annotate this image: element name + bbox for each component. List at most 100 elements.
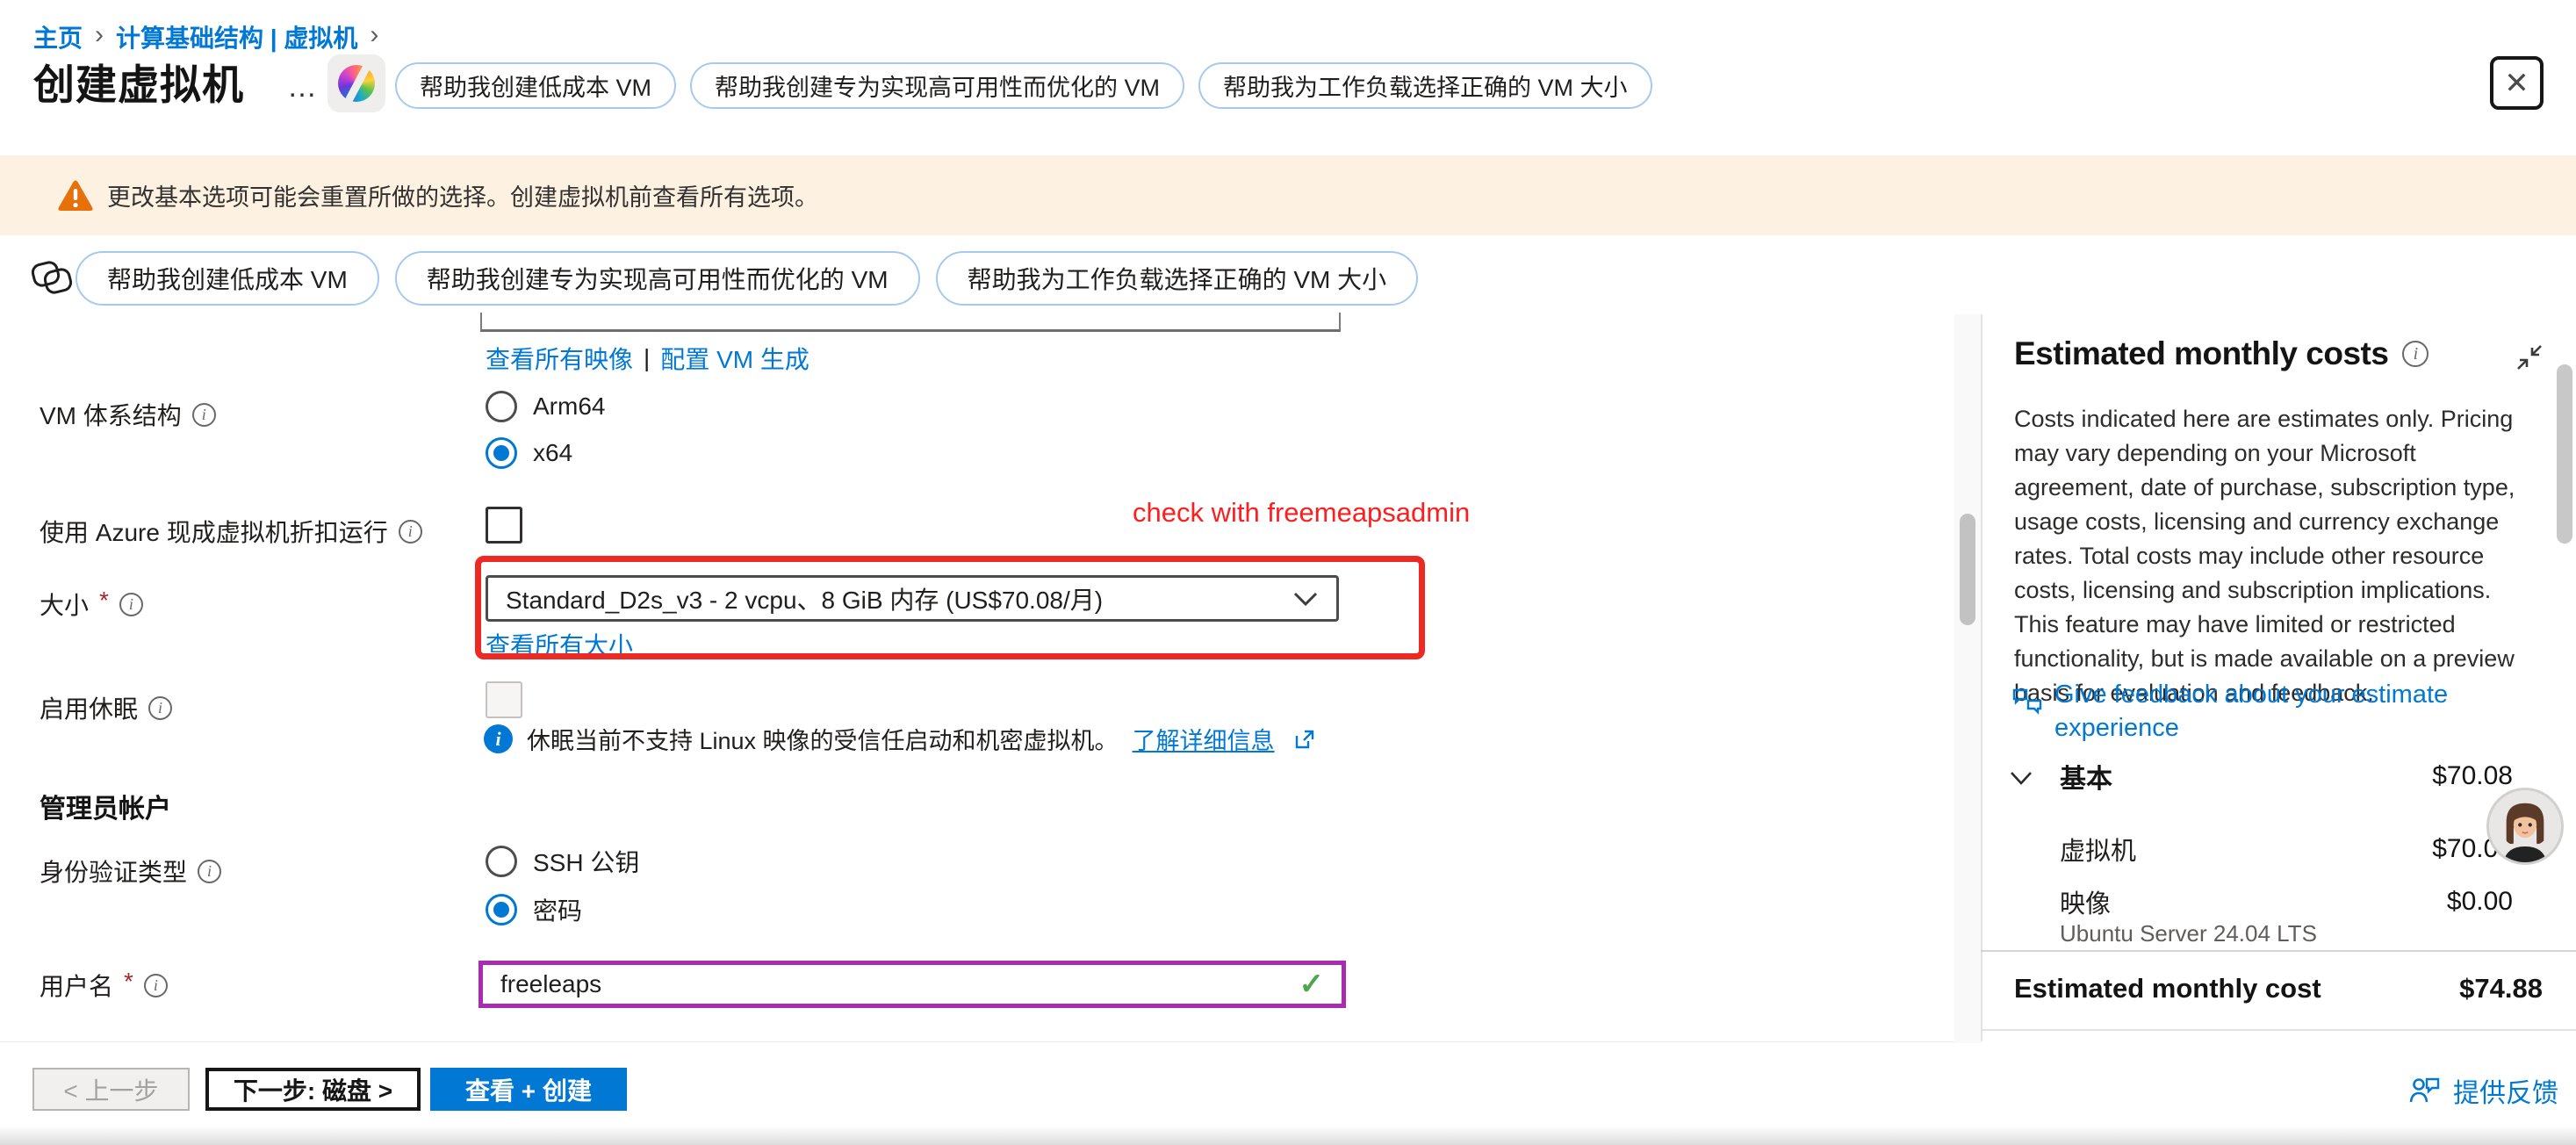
auth-type-label-text: 身份验证类型 bbox=[40, 853, 187, 889]
image-field-cutoff[interactable] bbox=[480, 313, 1341, 332]
divider bbox=[1981, 1029, 2576, 1031]
suggestion-right-vm-size[interactable]: 帮助我为工作负载选择正确的 VM 大小 bbox=[936, 251, 1419, 306]
cost-disclaimer: Costs indicated here are estimates only.… bbox=[2014, 402, 2518, 710]
admin-account-section-title: 管理员帐户 bbox=[40, 787, 171, 825]
username-label: 用户名 * i bbox=[40, 968, 168, 1003]
bottom-edge-fade bbox=[0, 1126, 2576, 1145]
copilot-icon bbox=[338, 65, 375, 102]
size-dropdown-value: Standard_D2s_v3 - 2 vcpu、8 GiB 内存 (US$70… bbox=[506, 581, 1292, 616]
panel-left-border bbox=[1981, 314, 1982, 1041]
give-feedback-link[interactable]: 提供反馈 bbox=[2409, 1071, 2558, 1110]
cost-group-basic[interactable]: 基本 $70.08 bbox=[2014, 757, 2513, 796]
suggestion-low-cost-vm[interactable]: 帮助我创建低成本 VM bbox=[395, 62, 676, 109]
hibernate-label: 启用休眠 i bbox=[40, 690, 172, 725]
see-all-sizes-link[interactable]: 查看所有大小 bbox=[486, 627, 633, 662]
radio-circle-icon bbox=[486, 846, 517, 877]
avatar-cartoon-icon bbox=[2489, 790, 2561, 862]
required-asterisk: * bbox=[124, 968, 133, 996]
cost-item-subtitle: Ubuntu Server 24.04 LTS bbox=[2060, 920, 2317, 947]
estimate-feedback-link[interactable]: Give feedback about your estimate experi… bbox=[2011, 678, 2485, 745]
info-icon[interactable]: i bbox=[2402, 341, 2428, 367]
link-separator: | bbox=[644, 344, 650, 372]
info-icon[interactable]: i bbox=[198, 860, 221, 883]
chevron-right-icon: › bbox=[370, 20, 378, 50]
radio-selected-icon bbox=[486, 437, 517, 469]
size-dropdown[interactable]: Standard_D2s_v3 - 2 vcpu、8 GiB 内存 (US$70… bbox=[486, 575, 1339, 622]
radio-circle-icon bbox=[486, 391, 517, 422]
next-disks-button[interactable]: 下一步: 磁盘 > bbox=[205, 1068, 421, 1111]
radio-x64-label: x64 bbox=[533, 439, 572, 467]
radio-ssh-label: SSH 公钥 bbox=[533, 844, 639, 879]
radio-password[interactable]: 密码 bbox=[486, 892, 582, 927]
panel-scrollbar-thumb[interactable] bbox=[2557, 364, 2572, 544]
size-label: 大小 * i bbox=[40, 587, 143, 622]
radio-arm64[interactable]: Arm64 bbox=[486, 391, 605, 422]
breadcrumb: 主页 › 计算基础结构 | 虚拟机 › bbox=[33, 19, 378, 54]
info-filled-icon: i bbox=[484, 724, 513, 753]
suggestion-right-vm-size[interactable]: 帮助我为工作负载选择正确的 VM 大小 bbox=[1198, 62, 1652, 109]
suggestion-high-availability-vm[interactable]: 帮助我创建专为实现高可用性而优化的 VM bbox=[690, 62, 1184, 109]
username-value: freeleaps bbox=[500, 970, 1299, 998]
give-feedback-label: 提供反馈 bbox=[2453, 1071, 2558, 1110]
page-title: 创建虚拟机 bbox=[33, 51, 244, 112]
radio-password-label: 密码 bbox=[533, 892, 582, 927]
warning-message: 更改基本选项可能会重置所做的选择。创建虚拟机前查看所有选项。 bbox=[107, 178, 818, 212]
valid-check-icon: ✓ bbox=[1299, 967, 1325, 1002]
cost-item-image: 映像 $0.00 bbox=[2014, 883, 2513, 920]
breadcrumb-home[interactable]: 主页 bbox=[33, 19, 83, 54]
vm-architecture-label-text: VM 体系结构 bbox=[40, 397, 182, 432]
annotation-note: check with freemeapsadmin bbox=[1133, 497, 1470, 529]
suggestion-high-availability-vm[interactable]: 帮助我创建专为实现高可用性而优化的 VM bbox=[395, 251, 920, 306]
review-create-button[interactable]: 查看 + 创建 bbox=[430, 1068, 627, 1111]
radio-selected-icon bbox=[486, 894, 517, 925]
info-icon[interactable]: i bbox=[144, 974, 168, 997]
breadcrumb-section[interactable]: 计算基础结构 | 虚拟机 bbox=[116, 19, 357, 54]
warning-icon bbox=[58, 180, 93, 212]
more-options-icon[interactable]: … bbox=[287, 70, 319, 104]
cost-panel-title: Estimated monthly costs bbox=[2014, 335, 2388, 372]
size-label-text: 大小 bbox=[40, 587, 89, 622]
radio-x64[interactable]: x64 bbox=[486, 437, 572, 469]
close-icon: ✕ bbox=[2504, 66, 2529, 101]
auth-type-label: 身份验证类型 i bbox=[40, 853, 221, 889]
info-icon[interactable]: i bbox=[119, 593, 143, 616]
configure-vm-generation-link[interactable]: 配置 VM 生成 bbox=[660, 341, 809, 376]
radio-arm64-label: Arm64 bbox=[533, 392, 605, 421]
hibernate-info-text: 休眠当前不支持 Linux 映像的受信任启动和机密虚拟机。 bbox=[527, 722, 1119, 756]
avatar[interactable] bbox=[2486, 788, 2564, 865]
hibernate-label-text: 启用休眠 bbox=[40, 690, 138, 725]
external-link-icon bbox=[1294, 729, 1315, 750]
close-button[interactable]: ✕ bbox=[2490, 56, 2544, 110]
username-label-text: 用户名 bbox=[40, 968, 113, 1003]
cost-group-amount: $70.08 bbox=[2432, 761, 2513, 791]
cost-item-amount: $0.00 bbox=[2447, 887, 2513, 917]
chevron-right-icon: › bbox=[95, 20, 104, 50]
info-icon[interactable]: i bbox=[192, 403, 216, 427]
previous-button[interactable]: < 上一步 bbox=[32, 1068, 190, 1111]
azure-spot-checkbox[interactable] bbox=[486, 507, 522, 544]
required-asterisk: * bbox=[99, 587, 109, 615]
main-scrollbar-thumb[interactable] bbox=[1960, 514, 1975, 625]
total-amount: $74.88 bbox=[2459, 973, 2543, 1005]
info-icon[interactable]: i bbox=[399, 520, 422, 544]
azure-spot-label: 使用 Azure 现成虚拟机折扣运行 i bbox=[40, 514, 422, 549]
warning-banner: 更改基本选项可能会重置所做的选择。创建虚拟机前查看所有选项。 bbox=[0, 155, 2576, 235]
estimate-feedback-label: Give feedback about your estimate experi… bbox=[2054, 678, 2485, 745]
feedback-bubbles-icon bbox=[2011, 685, 2044, 717]
info-icon[interactable]: i bbox=[148, 696, 172, 720]
username-input[interactable]: freeleaps ✓ bbox=[479, 961, 1346, 1008]
collapse-panel-icon[interactable] bbox=[2515, 342, 2544, 372]
hibernate-checkbox[interactable] bbox=[486, 681, 522, 718]
image-links: 查看所有映像 | 配置 VM 生成 bbox=[486, 341, 809, 376]
main-scrollbar-track[interactable] bbox=[1954, 314, 1981, 1043]
vm-architecture-label: VM 体系结构 i bbox=[40, 397, 216, 432]
cost-item-vm: 虚拟机 $70.08 bbox=[2014, 831, 2513, 868]
footer-divider bbox=[0, 1041, 1960, 1042]
view-all-images-link[interactable]: 查看所有映像 bbox=[486, 341, 633, 376]
learn-more-link[interactable]: 了解详细信息 bbox=[1133, 722, 1275, 756]
suggestion-low-cost-vm[interactable]: 帮助我创建低成本 VM bbox=[76, 251, 379, 306]
copilot-button[interactable] bbox=[327, 54, 385, 112]
azure-spot-label-text: 使用 Azure 现成虚拟机折扣运行 bbox=[40, 514, 388, 549]
estimated-monthly-cost-row: Estimated monthly cost $74.88 bbox=[2014, 973, 2543, 1005]
radio-ssh-key[interactable]: SSH 公钥 bbox=[486, 844, 639, 879]
